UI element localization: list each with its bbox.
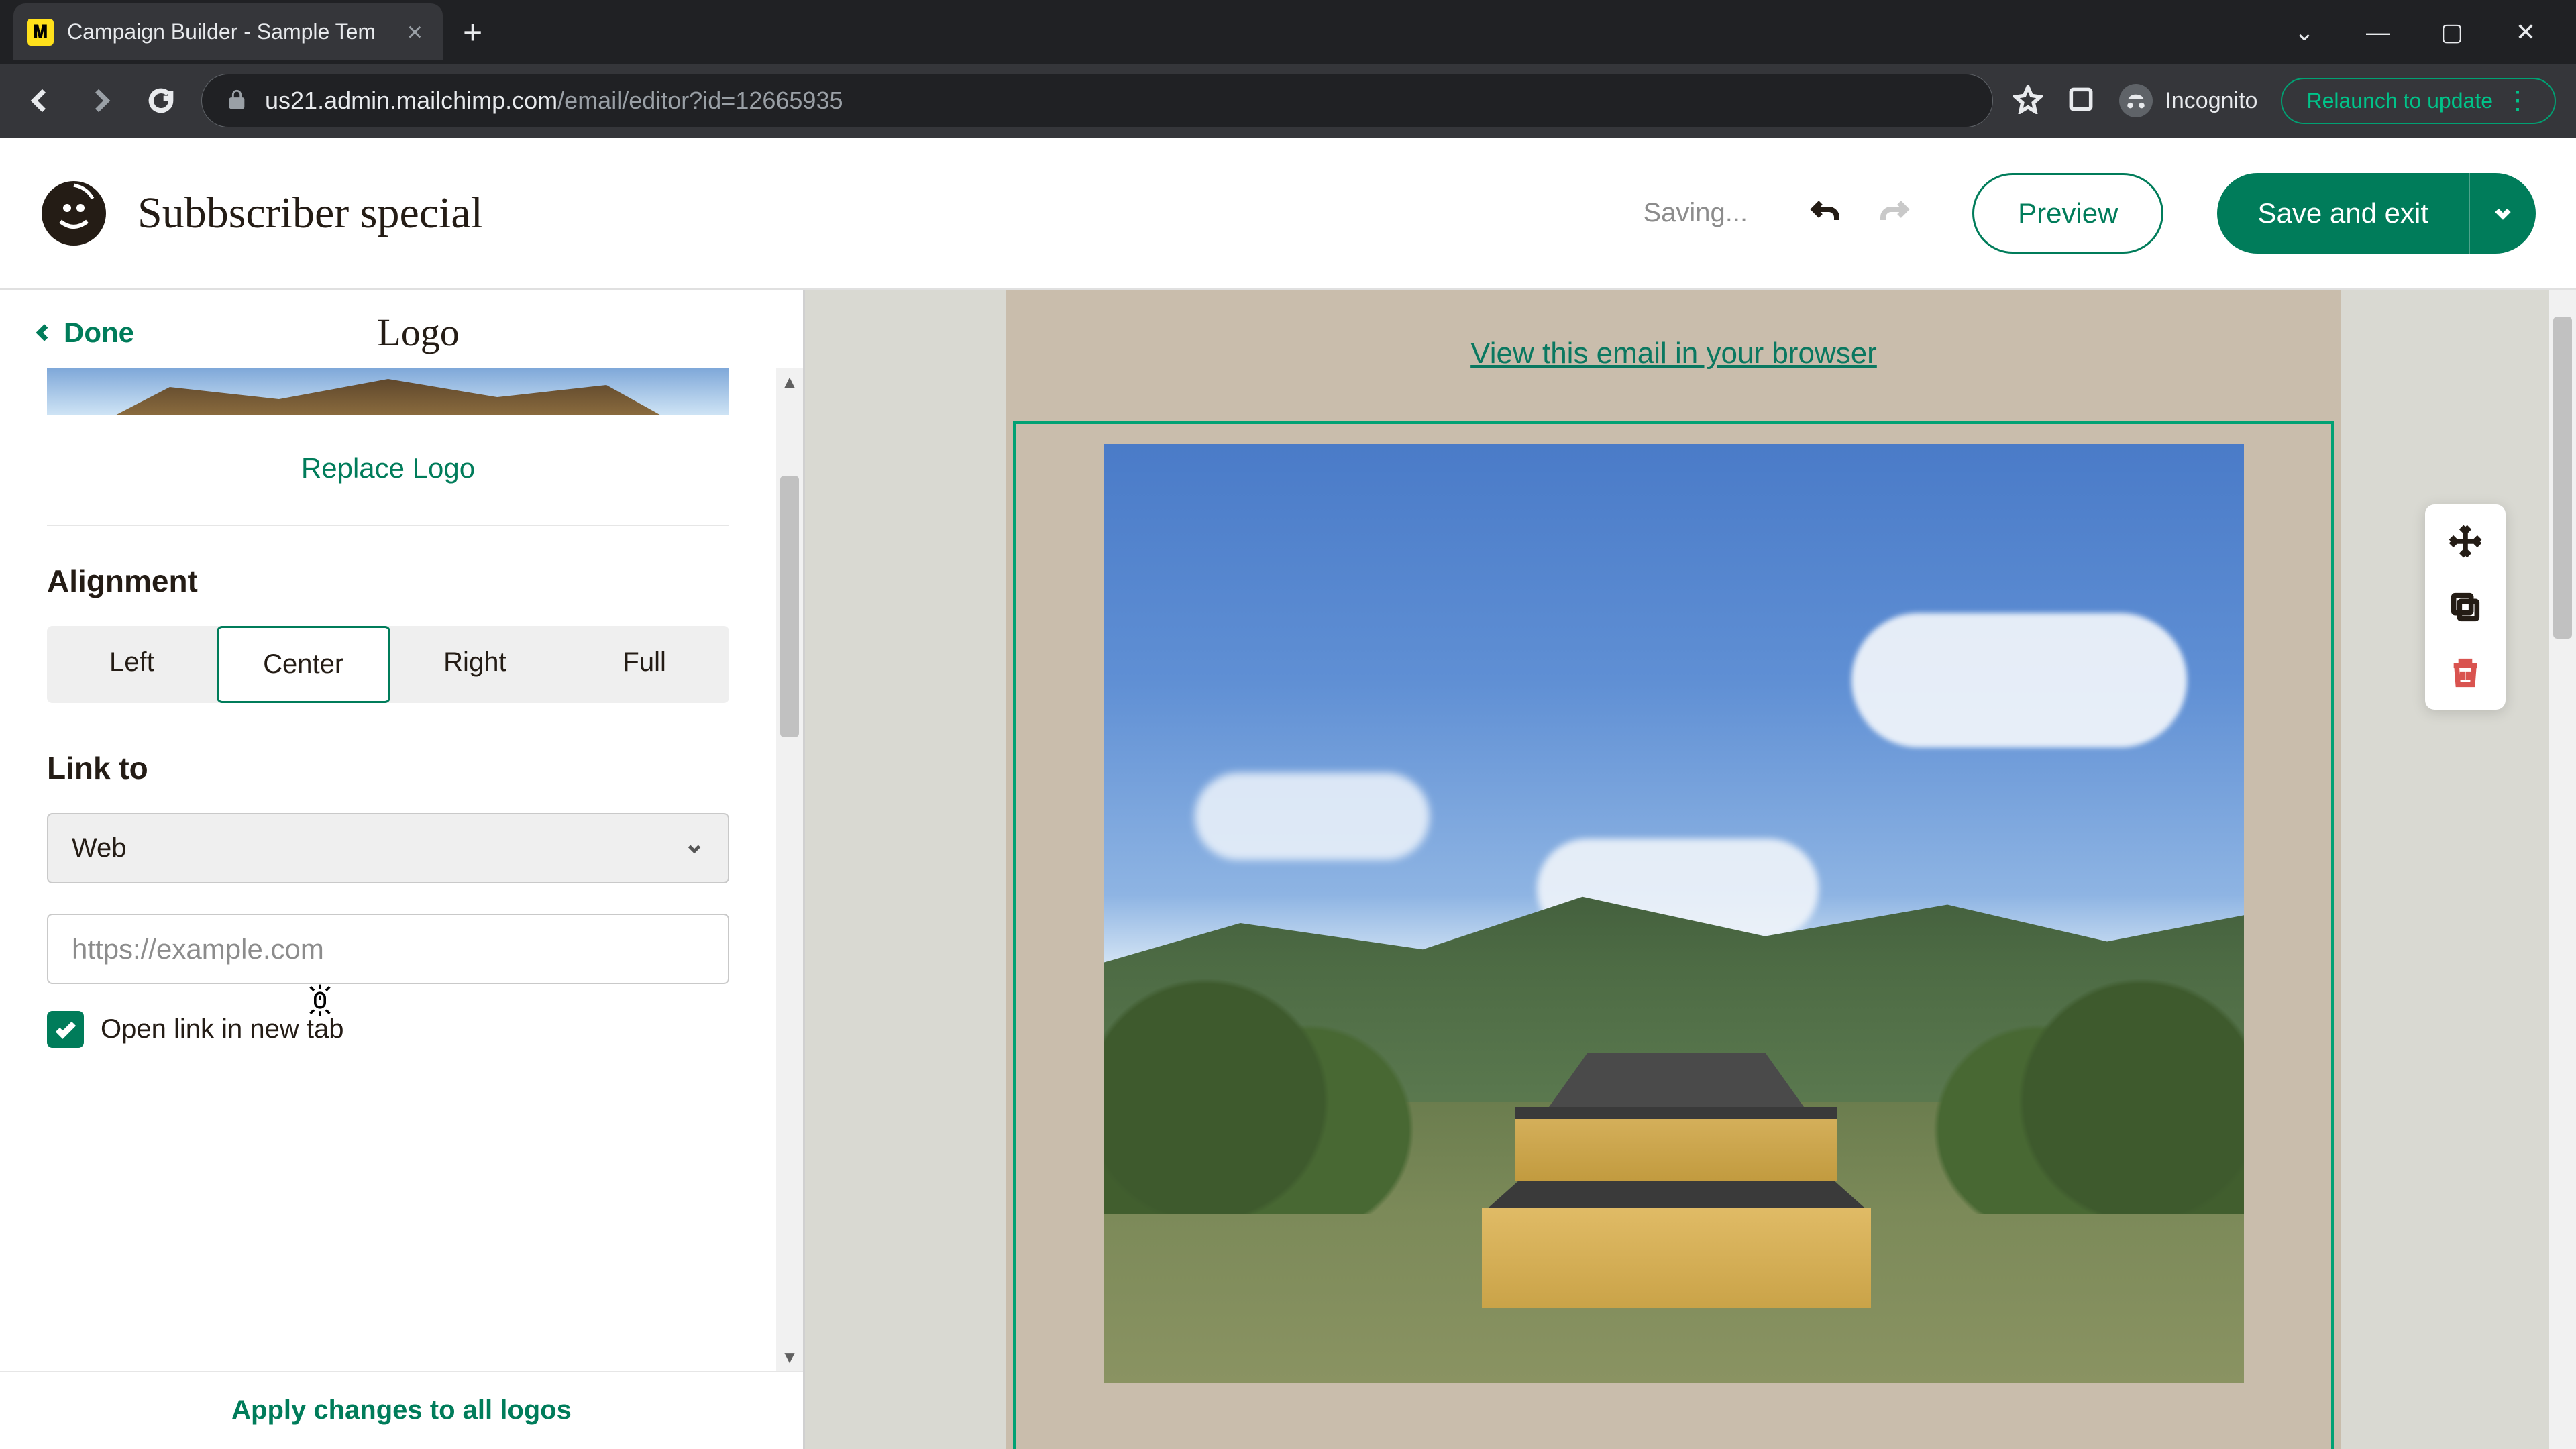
replace-logo-button[interactable]: Replace Logo	[47, 415, 729, 525]
chevron-down-icon	[684, 839, 704, 859]
logo-thumbnail[interactable]	[47, 368, 729, 415]
alignment-center[interactable]: Center	[217, 626, 390, 703]
new-tab-button[interactable]: +	[443, 13, 502, 52]
window-close-icon[interactable]: ✕	[2509, 18, 2542, 46]
favicon-icon: 𝐌	[27, 19, 54, 46]
campaign-title[interactable]: Subbscriber special	[138, 188, 483, 239]
scroll-down-icon[interactable]: ▼	[776, 1344, 803, 1371]
scrollbar-thumb[interactable]	[780, 476, 799, 737]
tab-close-icon[interactable]: ×	[407, 19, 423, 46]
sidebar-panel-title: Logo	[134, 310, 769, 355]
save-dropdown-button[interactable]	[2469, 173, 2536, 254]
link-to-label: Link to	[47, 750, 729, 786]
email-canvas: View this email in your browser	[805, 290, 2576, 1449]
reload-button[interactable]	[141, 80, 181, 121]
incognito-indicator: Incognito	[2119, 84, 2257, 117]
preview-button[interactable]: Preview	[1972, 173, 2163, 254]
window-minimize-icon[interactable]: —	[2361, 18, 2395, 46]
sidebar: Done Logo Replace Logo Alignment Left Ce…	[0, 290, 805, 1449]
alignment-label: Alignment	[47, 563, 729, 599]
logo-image	[1104, 444, 2244, 1383]
incognito-icon	[2119, 84, 2153, 117]
duplicate-block-button[interactable]	[2442, 584, 2489, 631]
checkbox-icon	[47, 1011, 84, 1048]
apply-all-button[interactable]: Apply changes to all logos	[0, 1371, 803, 1449]
scroll-up-icon[interactable]: ▲	[776, 368, 803, 395]
saving-status: Saving...	[1643, 198, 1748, 228]
app-header: Subbscriber special Saving... Preview Sa…	[0, 138, 2576, 288]
link-type-select[interactable]: Web	[47, 813, 729, 883]
sidebar-scrollbar[interactable]: ▲ ▼	[776, 368, 803, 1371]
alignment-right[interactable]: Right	[390, 626, 560, 703]
browser-tab[interactable]: 𝐌 Campaign Builder - Sample Tem ×	[13, 3, 443, 60]
canvas-scrollbar-thumb[interactable]	[2553, 317, 2572, 639]
forward-button[interactable]	[80, 80, 121, 121]
window-maximize-icon[interactable]: ▢	[2435, 18, 2469, 46]
email-wrap: View this email in your browser	[1006, 290, 2341, 1449]
alignment-left[interactable]: Left	[47, 626, 217, 703]
menu-dots-icon: ⋮	[2505, 95, 2530, 107]
view-in-browser-link[interactable]: View this email in your browser	[1470, 337, 1877, 370]
done-button[interactable]: Done	[34, 317, 134, 349]
canvas-scrollbar[interactable]	[2549, 290, 2576, 1449]
back-button[interactable]	[20, 80, 60, 121]
block-tools	[2425, 504, 2506, 710]
undo-button[interactable]	[1805, 193, 1845, 233]
redo-button[interactable]	[1875, 193, 1915, 233]
url-text: us21.admin.mailchimp.com/email/editor?id…	[265, 87, 843, 115]
lock-icon	[225, 88, 248, 114]
browser-tab-bar: 𝐌 Campaign Builder - Sample Tem × + ⌄ — …	[0, 0, 2576, 64]
alignment-group: Left Center Right Full	[47, 626, 729, 703]
url-box[interactable]: us21.admin.mailchimp.com/email/editor?id…	[201, 74, 1993, 127]
relaunch-button[interactable]: Relaunch to update ⋮	[2281, 78, 2556, 124]
alignment-full[interactable]: Full	[559, 626, 729, 703]
save-and-exit-button[interactable]: Save and exit	[2217, 173, 2469, 254]
tab-search-icon[interactable]: ⌄	[2288, 18, 2321, 46]
divider	[47, 525, 729, 526]
extensions-icon[interactable]	[2066, 85, 2096, 117]
mailchimp-logo-icon[interactable]	[40, 180, 107, 247]
bookmark-icon[interactable]	[2013, 85, 2043, 117]
open-new-tab-checkbox[interactable]: Open link in new tab	[47, 1011, 729, 1048]
tab-title: Campaign Builder - Sample Tem	[67, 19, 376, 44]
logo-block-selected[interactable]	[1013, 421, 2334, 1449]
delete-block-button[interactable]	[2442, 649, 2489, 696]
link-url-input[interactable]	[47, 914, 729, 984]
move-block-button[interactable]	[2442, 518, 2489, 565]
address-bar: us21.admin.mailchimp.com/email/editor?id…	[0, 64, 2576, 138]
